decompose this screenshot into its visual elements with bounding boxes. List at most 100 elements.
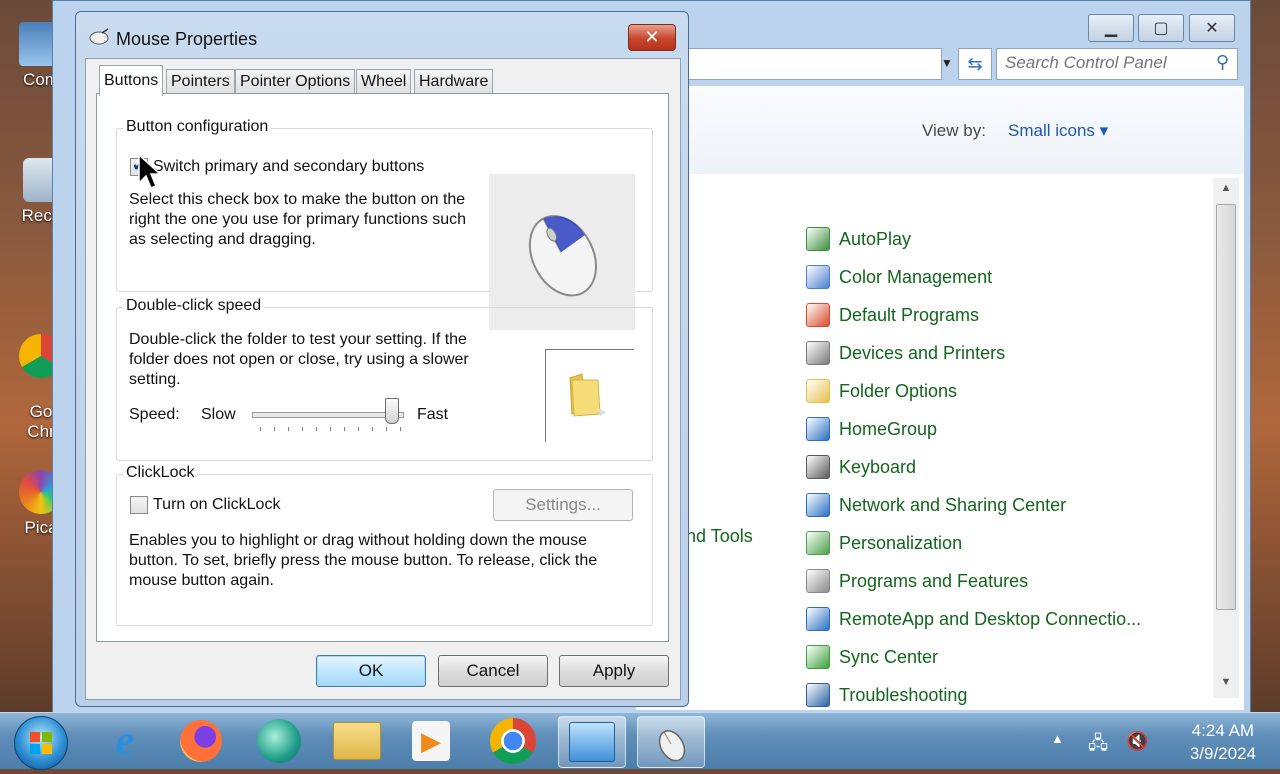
control-panel-item[interactable]: HomeGroup: [806, 410, 1141, 448]
mouse-icon: [89, 28, 109, 45]
search-input[interactable]: [997, 49, 1213, 77]
clock-time: 4:24 AM: [1191, 721, 1255, 740]
minimize-icon: ▁: [1104, 20, 1118, 37]
minimize-button[interactable]: ▁: [1088, 14, 1134, 42]
taskbar-file-explorer[interactable]: [324, 716, 390, 766]
test-folder-area[interactable]: [545, 349, 634, 442]
devices-printers-icon: [806, 341, 830, 365]
double-click-description: Double-click the folder to test your set…: [129, 331, 469, 388]
refresh-button[interactable]: ⇆: [958, 48, 992, 80]
control-panel-item-label: AutoPlay: [839, 228, 912, 249]
control-panel-item[interactable]: Color Management: [806, 258, 1141, 296]
apply-button[interactable]: Apply: [559, 655, 669, 687]
control-panel-item[interactable]: Programs and Features: [806, 562, 1141, 600]
slider-tick: [386, 427, 387, 431]
media-player-icon: ▶: [412, 721, 450, 761]
taskbar-media-player[interactable]: ▶: [398, 716, 464, 766]
taskbar-mouse-properties[interactable]: [637, 716, 705, 768]
dialog-close-button[interactable]: ✕: [628, 24, 676, 51]
scroll-down-arrow[interactable]: ▼: [1213, 676, 1239, 696]
mouse-cursor-icon: [138, 153, 162, 189]
clicklock-settings-button[interactable]: Settings...: [493, 489, 633, 521]
close-icon: ✕: [644, 27, 660, 47]
autoplay-icon: [806, 227, 830, 251]
chevron-down-icon: ▼: [941, 56, 953, 70]
folder-icon: [333, 722, 381, 760]
fast-label: Fast: [417, 406, 449, 423]
control-panel-item[interactable]: Personalization: [806, 524, 1141, 562]
tab-pointers[interactable]: Pointers: [166, 69, 235, 94]
clicklock-checkbox[interactable]: [130, 496, 148, 514]
taskbar-chrome[interactable]: [480, 716, 546, 766]
slider-tick: [330, 427, 331, 431]
folder-options-icon: [806, 379, 830, 403]
group-title: Button configuration: [123, 118, 272, 136]
slider-tick: [274, 427, 275, 431]
taskbar-clock[interactable]: 4:24 AM 3/9/2024: [1190, 719, 1256, 765]
tab-pointer-options[interactable]: Pointer Options: [235, 69, 356, 94]
slider-tick: [302, 427, 303, 431]
firefox-icon: [180, 720, 222, 762]
search-icon[interactable]: ⚲: [1216, 52, 1229, 73]
cancel-button[interactable]: Cancel: [438, 655, 548, 687]
slow-label: Slow: [201, 406, 236, 423]
chrome-icon: [490, 718, 536, 764]
search-box[interactable]: ⚲: [996, 48, 1238, 80]
taskbar-control-panel[interactable]: [558, 716, 626, 768]
show-hidden-icons-button[interactable]: ▲: [1051, 731, 1064, 746]
scroll-up-arrow[interactable]: ▲: [1213, 182, 1239, 202]
address-dropdown-button[interactable]: ▼: [936, 48, 958, 78]
dialog-body: Buttons Pointers Pointer Options Wheel H…: [85, 58, 681, 700]
slider-tick: [260, 427, 261, 431]
internet-explorer-icon: e: [115, 718, 135, 764]
tab-label: Wheel: [361, 73, 407, 90]
taskbar-app-green[interactable]: [246, 716, 312, 766]
switch-buttons-label[interactable]: Switch primary and secondary buttons: [153, 157, 424, 177]
double-click-speed-slider-thumb[interactable]: [384, 398, 399, 424]
control-panel-item-partial[interactable]: nd Tools: [686, 526, 753, 547]
clicklock-label[interactable]: Turn on ClickLock: [153, 495, 280, 515]
control-panel-item[interactable]: Network and Sharing Center: [806, 486, 1141, 524]
tab-wheel[interactable]: Wheel: [356, 69, 412, 94]
sync-center-icon: [806, 645, 830, 669]
control-panel-item-label: Folder Options: [839, 380, 958, 401]
control-panel-item-label: Troubleshooting: [839, 684, 968, 705]
control-panel-item-label: Color Management: [839, 266, 993, 287]
control-panel-item[interactable]: Default Programs: [806, 296, 1141, 334]
control-panel-item-label: Personalization: [839, 532, 963, 553]
network-tray-icon[interactable]: 🖧: [1088, 731, 1108, 761]
start-button[interactable]: [14, 716, 68, 770]
clock-date: 3/9/2024: [1189, 744, 1256, 763]
control-panel-items: AutoPlay Color Management Default Programs…: [806, 220, 1141, 714]
tab-label: Hardware: [419, 73, 489, 90]
button-label: Cancel: [466, 661, 520, 680]
view-by-dropdown[interactable]: Small icons ▾: [1008, 121, 1108, 141]
control-panel-item[interactable]: Troubleshooting: [806, 676, 1141, 714]
control-panel-item[interactable]: Keyboard: [806, 448, 1141, 486]
double-click-speed-slider-track[interactable]: [252, 412, 404, 418]
folder-icon[interactable]: [546, 350, 634, 442]
taskbar-firefox[interactable]: [168, 716, 234, 766]
ok-button[interactable]: OK: [316, 655, 426, 687]
mouse-properties-dialog: Mouse Properties ✕ Buttons Pointers Poin…: [75, 11, 689, 707]
control-panel-item[interactable]: RemoteApp and Desktop Connectio...: [806, 600, 1141, 638]
button-label: Settings...: [525, 495, 601, 514]
maximize-icon: ▢: [1153, 20, 1169, 37]
personalization-icon: [806, 531, 830, 555]
maximize-button[interactable]: ▢: [1138, 14, 1184, 42]
vertical-scrollbar[interactable]: ▲ ▼: [1213, 178, 1239, 698]
control-panel-item[interactable]: Devices and Printers: [806, 334, 1141, 372]
volume-muted-tray-icon[interactable]: 🔇: [1126, 731, 1148, 752]
tab-hardware[interactable]: Hardware: [414, 69, 494, 94]
remoteapp-icon: [806, 607, 830, 631]
dialog-title: Mouse Properties: [116, 29, 258, 49]
close-button[interactable]: ✕: [1189, 14, 1235, 42]
taskbar-internet-explorer[interactable]: e: [92, 716, 158, 766]
control-panel-item[interactable]: Folder Options: [806, 372, 1141, 410]
tab-buttons[interactable]: Buttons: [99, 65, 164, 96]
group-title: ClickLock: [123, 464, 198, 482]
control-panel-item[interactable]: AutoPlay: [806, 220, 1141, 258]
control-panel-item[interactable]: Sync Center: [806, 638, 1141, 676]
button-label: Apply: [592, 661, 636, 680]
scrollbar-thumb[interactable]: [1216, 204, 1236, 610]
